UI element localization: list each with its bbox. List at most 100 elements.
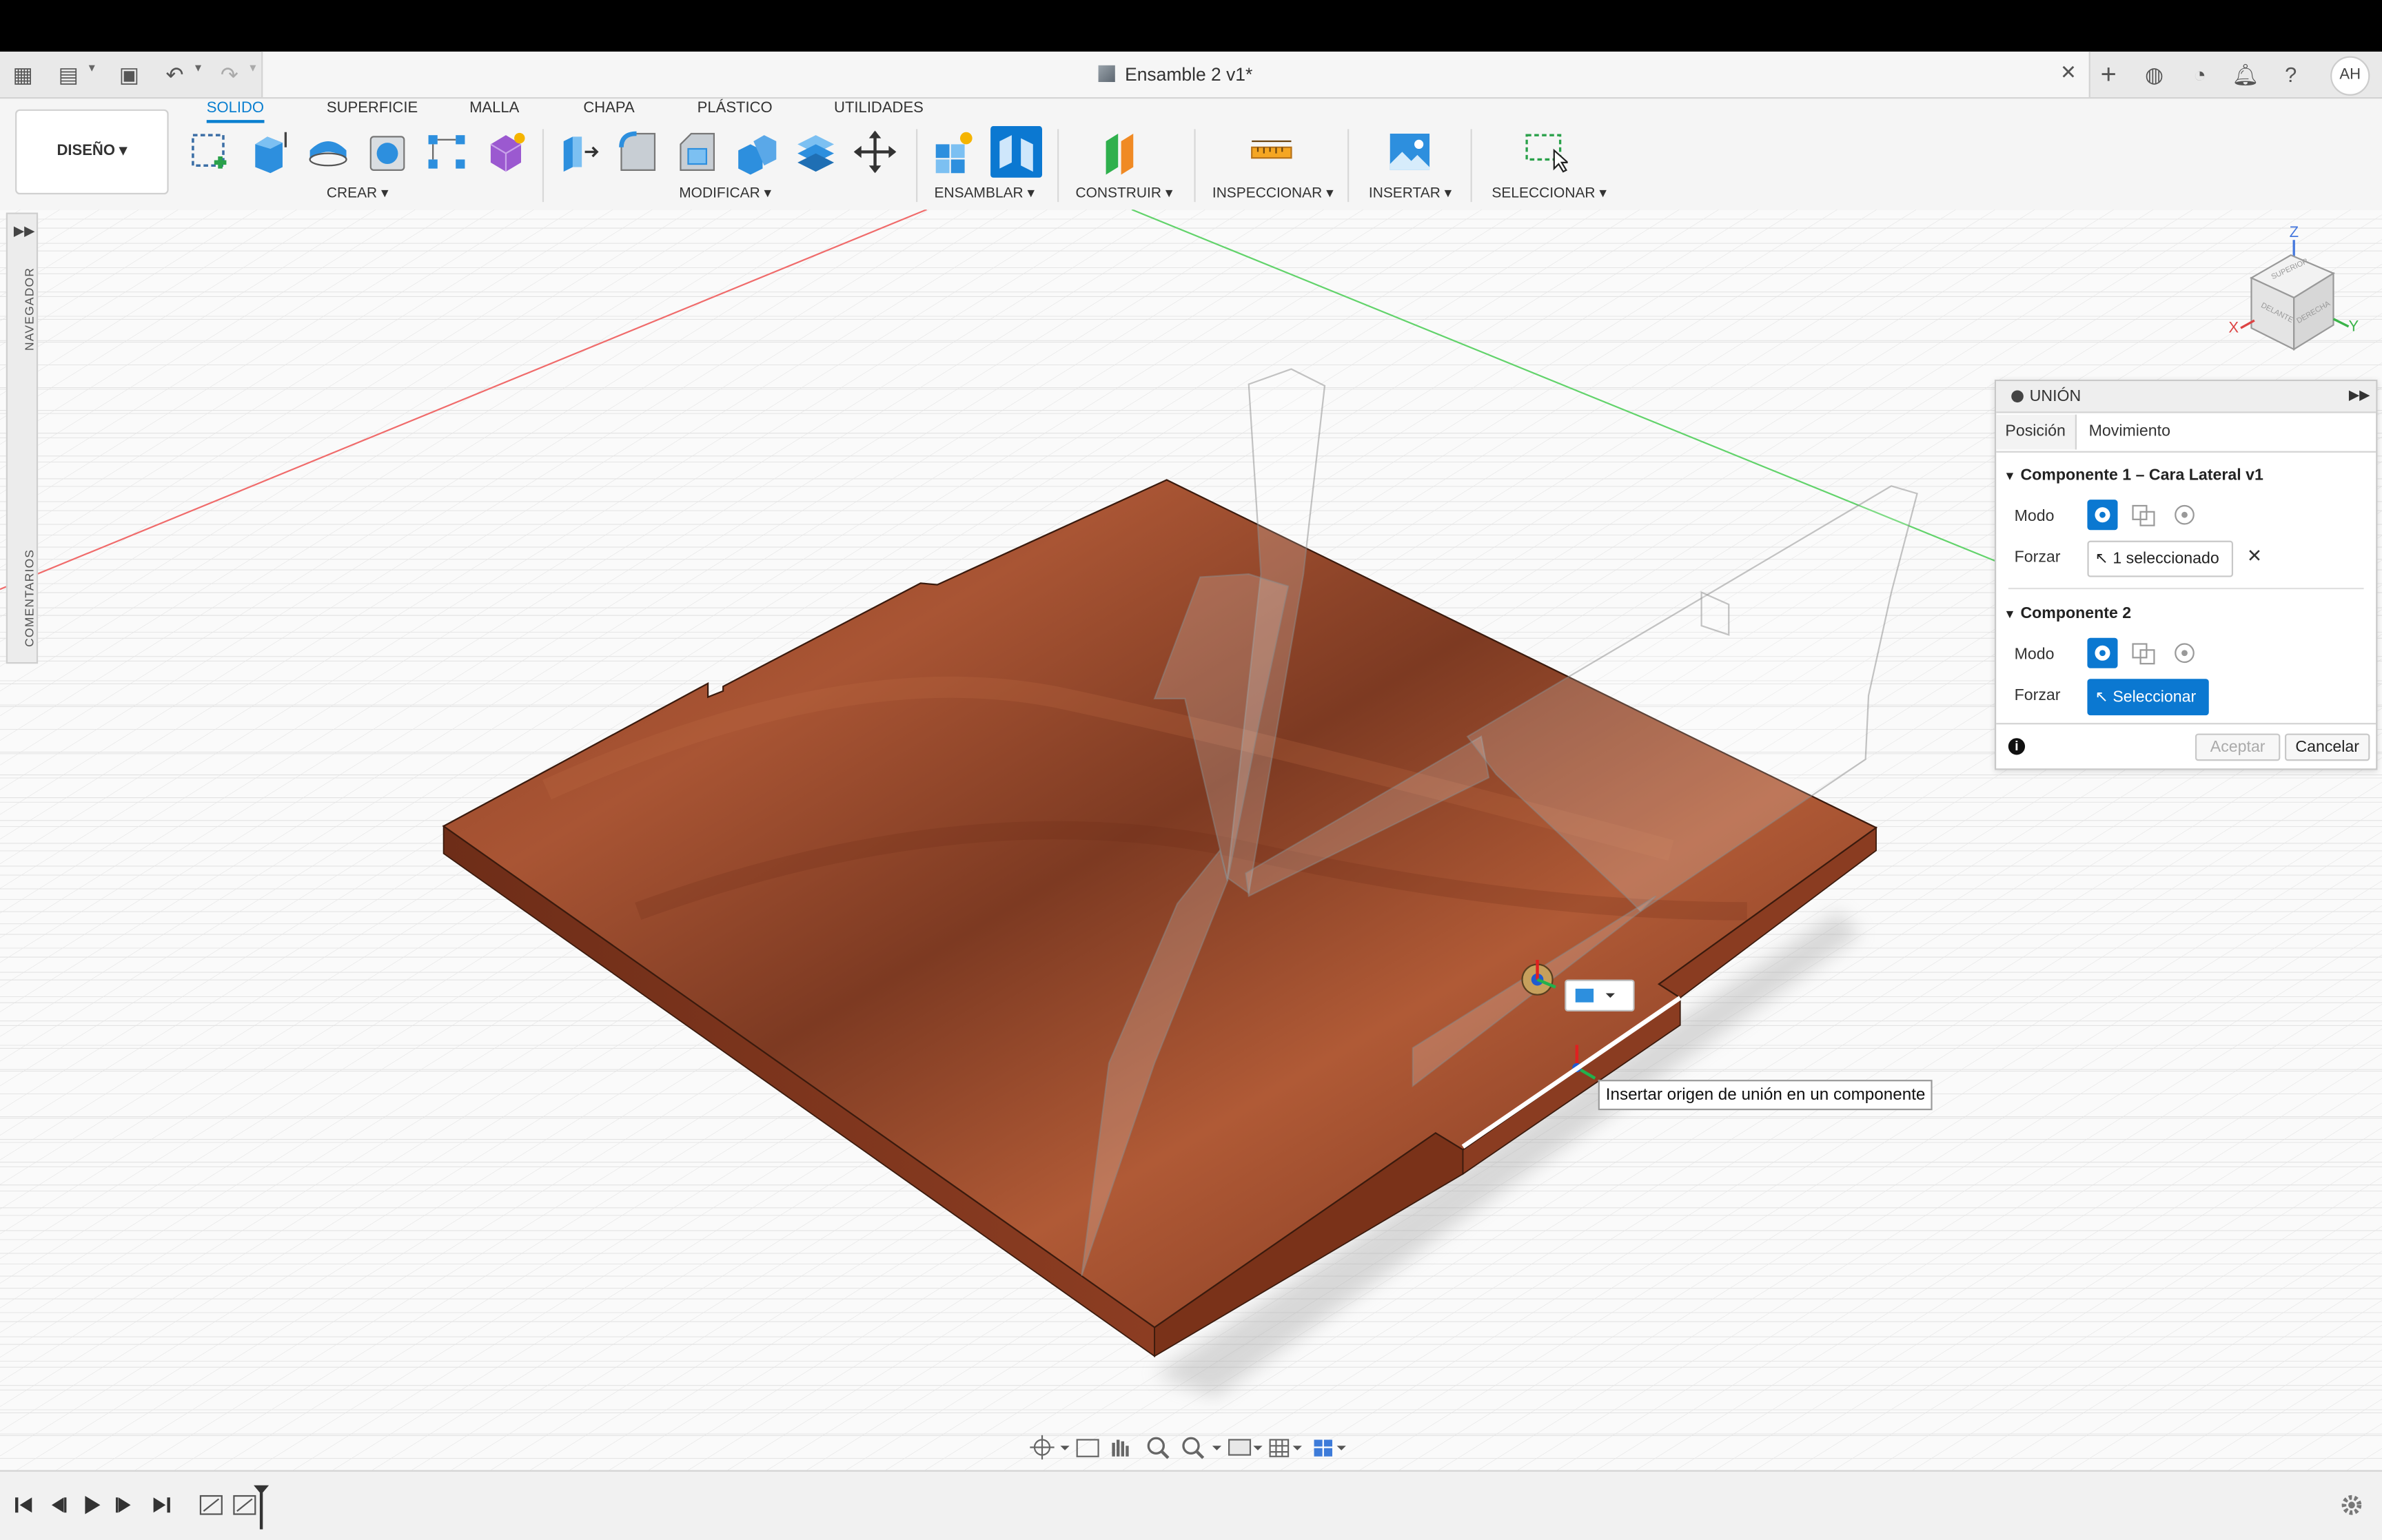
component1-mode-simple-icon[interactable] <box>2087 500 2118 531</box>
fit-icon[interactable] <box>1182 1437 1205 1459</box>
notifications-icon[interactable]: 🔔︎ <box>2232 61 2259 88</box>
orbit-caret-icon[interactable] <box>1060 1446 1070 1450</box>
component1-mode-between-icon[interactable] <box>2128 500 2159 530</box>
group-modificar[interactable]: MODIFICAR ▾ <box>679 185 771 202</box>
revolve-icon[interactable] <box>305 129 351 174</box>
tab-utilidades[interactable]: UTILIDADES <box>834 100 924 116</box>
zoom-icon[interactable] <box>1147 1437 1170 1459</box>
group-insertar[interactable]: INSERTAR ▾ <box>1369 185 1452 202</box>
tab-solido[interactable]: SOLIDO <box>206 100 265 123</box>
help-icon[interactable]: ? <box>2277 61 2305 88</box>
undo-icon[interactable]: ↶ <box>161 61 189 88</box>
group-inspeccionar[interactable]: INSPECCIONAR ▾ <box>1212 185 1334 202</box>
component1-selection[interactable]: ↖ 1 seleccionado <box>2087 540 2234 577</box>
extrude-icon[interactable] <box>246 129 292 174</box>
measure-icon[interactable] <box>1249 129 1294 174</box>
tab-malla[interactable]: MALLA <box>469 100 519 116</box>
group-seleccionar[interactable]: SELECCIONAR ▾ <box>1492 185 1606 202</box>
undo-caret-icon[interactable]: ▼ <box>193 64 203 74</box>
create-sketch-icon[interactable] <box>187 129 232 174</box>
component2-select-button[interactable]: ↖ Seleccionar <box>2087 679 2209 716</box>
component2-mode-hole-icon[interactable] <box>2169 638 2199 668</box>
viewports-icon[interactable] <box>1314 1439 1332 1457</box>
job-status-icon[interactable]: ◔ <box>2186 61 2214 88</box>
tab-chapa[interactable]: CHAPA <box>583 100 634 116</box>
look-at-icon[interactable] <box>1076 1439 1099 1457</box>
play-icon[interactable] <box>79 1493 103 1517</box>
expand-dialog-icon[interactable]: ▶▶ <box>2349 387 2370 404</box>
close-icon[interactable]: ✕ <box>2060 61 2077 85</box>
step-forward-icon[interactable] <box>112 1493 136 1517</box>
tab-posicion[interactable]: Posición <box>1996 414 2077 450</box>
grid-settings-icon[interactable] <box>1269 1439 1290 1457</box>
component1-mode-hole-icon[interactable] <box>2169 500 2199 530</box>
component2-mode-simple-icon[interactable] <box>2087 637 2118 668</box>
design-workspace-button[interactable]: DISEÑO ▾ <box>15 109 169 195</box>
press-pull-icon[interactable] <box>556 129 602 174</box>
group-construir[interactable]: CONSTRUIR ▾ <box>1076 185 1173 202</box>
group-crear[interactable]: CREAR ▾ <box>327 185 389 202</box>
extensions-icon[interactable]: ◍ <box>2141 61 2168 88</box>
component1-collapse-icon[interactable]: ▼ <box>2004 469 2015 483</box>
ribbon-toolbar: DISEÑO ▾ SOLIDO SUPERFICIE MALLA CHAPA P… <box>0 99 2382 212</box>
file-icon[interactable]: ▤ <box>54 61 82 88</box>
offset-face-icon[interactable] <box>793 129 839 174</box>
cancel-button[interactable]: Cancelar <box>2284 733 2370 761</box>
window-select-icon[interactable] <box>1523 129 1568 174</box>
component2-collapse-icon[interactable]: ▼ <box>2004 608 2015 622</box>
insert-canvas-icon[interactable] <box>1387 129 1432 174</box>
apps-grid-icon[interactable]: ▦ <box>9 61 37 88</box>
orbit-icon[interactable] <box>1030 1435 1055 1460</box>
combine-icon[interactable] <box>734 129 780 175</box>
toolbar-divider <box>916 129 918 203</box>
component1-header: Componente 1 – Cara Lateral v1 <box>2020 466 2263 485</box>
fillet-icon[interactable] <box>615 129 661 174</box>
info-icon[interactable]: i <box>2008 738 2026 755</box>
title-bar: ▦ ▤ ▼ ▣ ↶ ▼ ↷ ▼ Ensamble 2 v1* ✕ + ◍ ◔ 🔔… <box>0 51 2382 99</box>
pattern-icon[interactable] <box>424 129 469 174</box>
navigator-label[interactable]: NAVEGADOR <box>23 267 37 351</box>
collapse-icon[interactable] <box>2011 390 2024 403</box>
accept-button[interactable]: Aceptar <box>2195 733 2281 761</box>
grid-caret-icon[interactable] <box>1292 1446 1302 1450</box>
joint-origin-options[interactable] <box>1565 979 1635 1012</box>
go-to-start-icon[interactable] <box>12 1493 37 1517</box>
component2-mode-between-icon[interactable] <box>2128 638 2159 668</box>
timeline-marker-icon[interactable] <box>252 1483 270 1530</box>
avatar[interactable]: AH <box>2330 56 2370 96</box>
go-to-end-icon[interactable] <box>149 1493 173 1517</box>
comments-label[interactable]: COMENTARIOS <box>23 549 37 647</box>
clear-selection-icon[interactable]: ✕ <box>2247 545 2262 566</box>
create-form-icon[interactable] <box>483 129 529 174</box>
redo-icon[interactable]: ↷ <box>216 61 243 88</box>
timeline-feature-icon[interactable] <box>199 1493 223 1517</box>
document-tab[interactable]: Ensamble 2 v1* ✕ <box>261 51 2090 98</box>
new-component-icon[interactable] <box>931 129 977 174</box>
fit-caret-icon[interactable] <box>1212 1446 1222 1450</box>
chamfer-icon[interactable] <box>675 129 720 174</box>
file-caret-icon[interactable]: ▼ <box>87 64 97 74</box>
save-icon[interactable]: ▣ <box>116 61 143 88</box>
view-cube[interactable]: Z SUPERIOR DELANTE DERECHA X Y <box>2218 209 2370 361</box>
move-copy-icon[interactable] <box>853 129 898 174</box>
step-back-icon[interactable] <box>45 1493 70 1517</box>
expand-panel-icon[interactable]: ▶▶ <box>14 223 35 240</box>
toolbar-divider <box>1194 129 1196 203</box>
new-tab-icon[interactable]: + <box>2095 61 2122 88</box>
shell-icon[interactable] <box>365 129 410 174</box>
group-seleccionar-label: SELECCIONAR <box>1492 185 1596 203</box>
viewports-caret-icon[interactable] <box>1336 1446 1346 1450</box>
group-ensamblar[interactable]: ENSAMBLAR ▾ <box>935 185 1035 202</box>
browser-side-panel[interactable]: ▶▶ NAVEGADOR COMENTARIOS <box>6 212 39 664</box>
gear-icon[interactable] <box>2339 1493 2363 1517</box>
offset-plane-icon[interactable] <box>1100 129 1146 175</box>
pan-icon[interactable] <box>1112 1439 1129 1457</box>
tab-plastico[interactable]: PLÁSTICO <box>698 100 773 116</box>
display-caret-icon[interactable] <box>1253 1446 1263 1450</box>
display-settings-icon[interactable] <box>1228 1439 1252 1456</box>
tab-movimiento[interactable]: Movimiento <box>2079 415 2179 450</box>
redo-caret-icon[interactable]: ▼ <box>247 64 258 74</box>
union-dialog-header[interactable]: UNIÓN ▶▶ <box>1996 381 2376 413</box>
tab-superficie[interactable]: SUPERFICIE <box>327 100 418 116</box>
joint-icon[interactable] <box>990 125 1043 178</box>
